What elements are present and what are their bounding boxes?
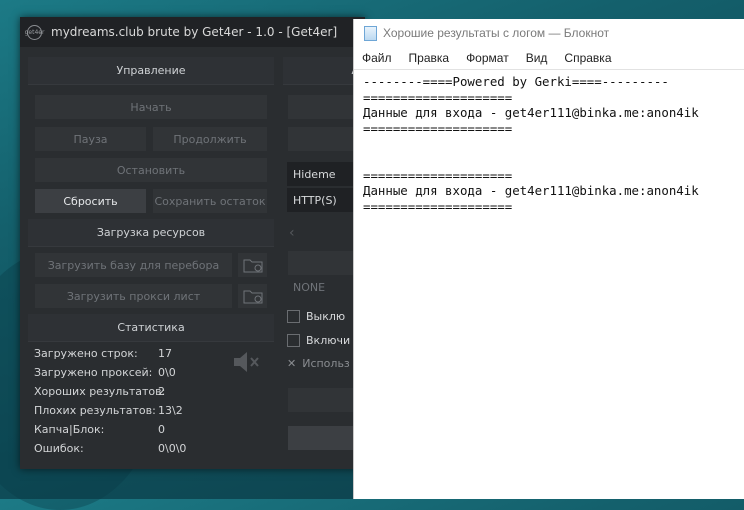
load-proxy-button[interactable]: Загрузить прокси лист: [34, 283, 233, 309]
mute-icon[interactable]: [232, 349, 262, 379]
menu-file[interactable]: Файл: [362, 51, 392, 65]
menu-edit[interactable]: Правка: [409, 51, 450, 65]
brute-app-window: get4er mydreams.club brute by Get4er - 1…: [20, 17, 365, 469]
text-line: ====================: [363, 167, 513, 183]
notepad-title: Хорошие результаты с логом — Блокнот: [383, 26, 610, 40]
checkbox-1[interactable]: Выклю: [287, 310, 345, 323]
app-logo-icon: get4er: [25, 24, 44, 40]
text-line: ====================: [363, 120, 513, 136]
menu-help[interactable]: Справка: [564, 51, 611, 65]
stat-row: Загружено строк: 17: [34, 347, 172, 360]
text-line: [363, 136, 744, 152]
reset-button[interactable]: Сбросить: [34, 188, 147, 214]
chevron-left-icon[interactable]: ‹: [289, 225, 295, 241]
checkbox-3[interactable]: ✕ Использ: [287, 357, 350, 370]
text-line: ====================: [363, 198, 513, 214]
text-line: Данные для входа - get4er111@binka.me:an…: [363, 183, 699, 199]
stat-row: Загружено проксей: 0\0: [34, 366, 176, 379]
pause-button[interactable]: Пауза: [34, 126, 147, 152]
notepad-icon: [364, 25, 377, 41]
stat-row: Ошибок: 0\0\0: [34, 442, 187, 455]
text-line: [363, 152, 744, 168]
stats-header: Статистика: [28, 314, 274, 342]
text-line: --------====Powered by Gerki====--------…: [363, 74, 669, 89]
close-icon[interactable]: ✕: [287, 357, 296, 370]
notepad-window: Хорошие результаты с логом — Блокнот Фай…: [353, 19, 744, 499]
folder-base-icon[interactable]: [237, 252, 268, 278]
text-line: Данные для входа - get4er111@binka.me:an…: [363, 105, 699, 121]
app-title: mydreams.club brute by Get4er - 1.0 - [G…: [51, 25, 338, 39]
continue-button[interactable]: Продолжить: [152, 126, 268, 152]
stat-row: Плохих результатов: 13\2: [34, 404, 183, 417]
load-base-button[interactable]: Загрузить базу для перебора: [34, 252, 233, 278]
notepad-text-area[interactable]: --------====Powered by Gerki====--------…: [354, 69, 744, 499]
notepad-menubar: Файл Правка Формат Вид Справка: [354, 47, 744, 69]
checkbox-2[interactable]: Включи: [287, 334, 350, 347]
checkbox-box[interactable]: [287, 310, 300, 323]
menu-format[interactable]: Формат: [466, 51, 509, 65]
checkbox-box[interactable]: [287, 334, 300, 347]
stop-button[interactable]: Остановить: [34, 157, 268, 183]
app-titlebar[interactable]: get4er mydreams.club brute by Get4er - 1…: [20, 17, 365, 47]
start-button[interactable]: Начать: [34, 94, 268, 120]
save-rest-button[interactable]: Сохранить остаток: [152, 188, 268, 214]
resources-header: Загрузка ресурсов: [28, 219, 274, 247]
text-line: ====================: [363, 89, 513, 105]
folder-proxy-icon[interactable]: [237, 283, 268, 309]
stat-row: Хороших результатов: 2: [34, 385, 166, 398]
control-header: Управление: [28, 57, 274, 85]
stat-row: Капча|Блок: 0: [34, 423, 165, 436]
notepad-titlebar[interactable]: Хорошие результаты с логом — Блокнот: [354, 19, 744, 47]
menu-view[interactable]: Вид: [526, 51, 548, 65]
